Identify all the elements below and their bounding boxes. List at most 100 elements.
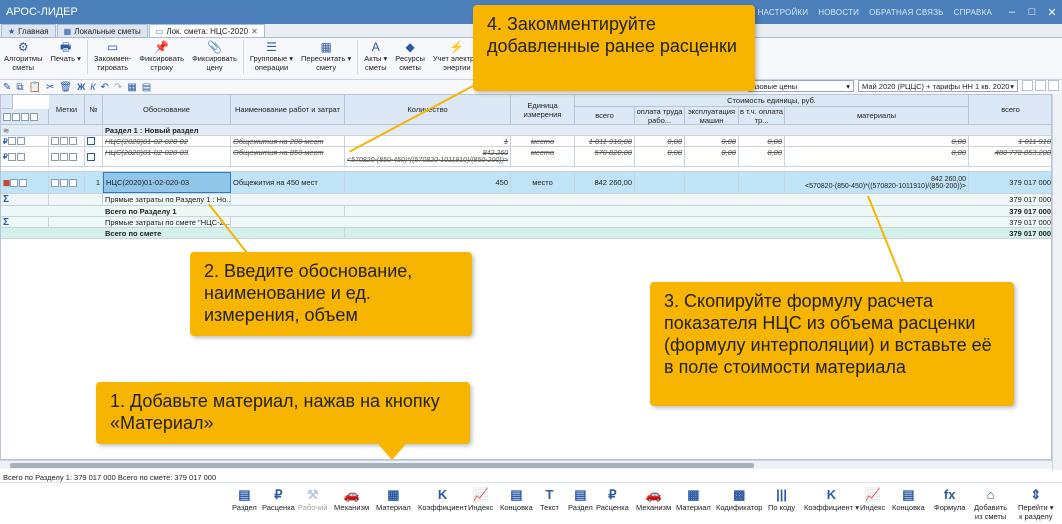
name-cell[interactable]: Общежития на 850 мест xyxy=(231,147,345,166)
paste-icon[interactable]: 📋 xyxy=(29,82,41,93)
section2-add-button[interactable]: ▤ Раздел xyxy=(568,486,593,512)
sum-cell[interactable]: 480 778 853,200 xyxy=(969,147,1051,166)
labor-cell[interactable]: 0,00 xyxy=(635,147,685,166)
machines-cell[interactable]: 0,00 xyxy=(685,147,739,166)
table-row[interactable]: ₽ НЦС(2020)01-02-020-02 Общежития на 200… xyxy=(1,136,1051,147)
car-add-button[interactable]: 🚗 Механизм xyxy=(334,486,369,512)
comment-button[interactable]: ▭ Закоммен- тировать xyxy=(90,40,135,72)
price-base-select[interactable]: азовые цены ▾ xyxy=(748,80,854,92)
brick2-add-button[interactable]: ▦ Материал xyxy=(676,486,711,512)
undo-icon[interactable]: ↶ xyxy=(101,82,109,93)
table-row[interactable]: ₽ НЦС(2020)01-02-020-03 Общежития на 850… xyxy=(1,147,1051,167)
total-cell[interactable]: 1 011 910,00 xyxy=(575,136,635,146)
labor-cell[interactable]: 0,00 xyxy=(635,136,685,146)
sum-cell[interactable]: 379 017 000 xyxy=(969,172,1051,193)
collapse-icon[interactable]: ▤ xyxy=(142,82,151,93)
table-row-selected[interactable]: ▦ 1 НЦС(2020)01-02-020-03 Общежития на 4… xyxy=(1,172,1051,194)
incl-cell[interactable] xyxy=(739,172,785,193)
option-button-3[interactable] xyxy=(1048,80,1059,91)
delete-icon[interactable]: 🗑 xyxy=(59,82,72,93)
ruble-add-button[interactable]: ₽ Расценка xyxy=(262,486,295,512)
brick-add-button[interactable]: ▦ Материал xyxy=(376,486,411,512)
unit-cell[interactable]: место xyxy=(511,147,575,166)
fx-add-button[interactable]: fx Формула xyxy=(934,486,965,512)
tab-estimate[interactable]: ▭ Лок. смета: НЦС-2020 ✕ xyxy=(148,24,265,37)
materials-cell[interactable]: 0,00 xyxy=(785,136,969,146)
qty-cell[interactable]: 450 xyxy=(345,172,511,193)
close-icon[interactable]: ✕ xyxy=(1042,6,1062,19)
copy-icon[interactable]: ⧉ xyxy=(16,82,23,93)
italic-icon[interactable]: К xyxy=(90,82,95,92)
total-cell[interactable]: 842 260,00 xyxy=(575,172,635,193)
machines-cell[interactable] xyxy=(685,172,739,193)
codifier-add-button[interactable]: ▩ Кодификатор xyxy=(716,486,762,512)
basis-cell[interactable]: НЦС(2020)01-02-020-03 xyxy=(103,147,231,166)
tab-home[interactable]: ★ Главная xyxy=(1,24,56,37)
chart-add-button[interactable]: 📈 Индекс xyxy=(468,486,493,512)
printer-button[interactable]: 🖶 Печать ▾ xyxy=(46,40,84,63)
incl-cell[interactable]: 0,00 xyxy=(739,147,785,166)
maximize-icon[interactable]: □ xyxy=(1022,6,1042,18)
ruble2-add-button[interactable]: ₽ Расценка xyxy=(596,486,629,512)
ribbon-separator xyxy=(86,40,88,74)
car2-add-button[interactable]: 🚗 Механизм xyxy=(636,486,671,512)
total-label: Прямые затраты по Разделу 1 : Но... xyxy=(105,194,231,205)
acts-button[interactable]: A Акты ▾ сметы xyxy=(360,40,391,72)
materials-cell[interactable]: 842 260,00 <570820-(850-450)*((570820-10… xyxy=(785,172,969,193)
ending-add-button[interactable]: ▤ Концовка xyxy=(500,486,533,512)
goto-add-button[interactable]: ⇕ Перейти ▾ к разделу xyxy=(1018,486,1054,521)
total-row[interactable]: Σ Прямые затраты по смете "НЦС-2... 379 … xyxy=(1,217,1051,228)
total-row[interactable]: Всего по смете 379 017 000 xyxy=(1,228,1051,239)
qty-cell[interactable]: 842 260 <570820-(850-450)*((570820-10119… xyxy=(345,147,511,166)
section-add-button[interactable]: ▤ Раздел xyxy=(232,486,257,512)
unit-cell[interactable]: место xyxy=(511,172,575,193)
recalc-button[interactable]: ▦ Пересчитать ▾ смету xyxy=(297,40,355,72)
total-cell[interactable]: 570 820,00 xyxy=(575,147,635,166)
scroll-thumb[interactable] xyxy=(10,463,754,468)
option-button-1[interactable] xyxy=(1022,80,1033,91)
materials-cell[interactable]: 0,00 xyxy=(785,147,969,166)
text-add-button[interactable]: T Текст xyxy=(540,486,559,512)
house-add-button[interactable]: ⌂ Добавить из сметы xyxy=(974,486,1007,521)
expand-controls[interactable] xyxy=(1,109,49,125)
bold-icon[interactable]: Ж xyxy=(77,82,85,92)
cut-icon[interactable]: ✂ xyxy=(46,82,54,93)
total-row[interactable]: Σ Прямые затраты по Разделу 1 : Но... 37… xyxy=(1,194,1051,206)
basis-cell[interactable]: НЦС(2020)01-02-020-02 xyxy=(103,136,231,146)
news-link[interactable]: НОВОСТИ xyxy=(818,8,859,17)
option-button-2[interactable] xyxy=(1035,80,1046,91)
expand-icon[interactable]: ▦ xyxy=(127,82,136,93)
settings-link[interactable]: НАСТРОЙКИ xyxy=(758,8,809,17)
pencil-icon[interactable]: ✎ xyxy=(3,82,11,93)
minimize-icon[interactable]: – xyxy=(1002,6,1022,18)
tariff-select[interactable]: Май 2020 (РЦЦС) + тарифы НН 1 кв. 2020 ▾ xyxy=(858,80,1018,92)
name-cell[interactable]: Общежития на 450 мест xyxy=(231,172,345,193)
redo-icon[interactable]: ↷ xyxy=(114,82,122,93)
basis-cell[interactable]: НЦС(2020)01-02-020-03 xyxy=(103,172,231,193)
chart2-add-button[interactable]: 📈 Индекс xyxy=(860,486,885,512)
machines-cell[interactable]: 0,00 xyxy=(685,136,739,146)
help-link[interactable]: СПРАВКА xyxy=(954,8,992,17)
tab-local-estimates[interactable]: ▦ Локальные сметы xyxy=(56,24,148,37)
unit-cell[interactable]: место xyxy=(511,136,575,146)
k-add-button[interactable]: K Коэффициент xyxy=(418,486,467,512)
vertical-scrollbar[interactable] xyxy=(1052,94,1062,470)
horizontal-scrollbar[interactable] xyxy=(0,460,1052,469)
pin-button[interactable]: 📌 Фиксировать строку xyxy=(135,40,188,72)
worker-add-button[interactable]: ⚒ Рабочий xyxy=(298,486,328,512)
list-button[interactable]: ☰ Групповые ▾ операции xyxy=(246,40,297,72)
labor-cell[interactable] xyxy=(635,172,685,193)
resources-button[interactable]: ◆ Ресурсы сметы xyxy=(391,40,429,72)
feedback-link[interactable]: ОБРАТНАЯ СВЯЗЬ xyxy=(869,8,944,17)
ending2-add-button[interactable]: ▤ Концовка xyxy=(892,486,925,512)
k2-add-button[interactable]: K Коэффициент ▾ xyxy=(804,486,859,512)
total-row[interactable]: Всего по Разделу 1 379 017 000 xyxy=(1,206,1051,217)
name-cell[interactable]: Общежития на 200 мест xyxy=(231,136,345,146)
sum-cell[interactable]: 1 011 910 xyxy=(969,136,1051,146)
clip-button[interactable]: 📎 Фиксировать цену xyxy=(188,40,241,72)
section-row[interactable]: ≋ Раздел 1 : Новый раздел xyxy=(1,125,1051,136)
incl-cell[interactable]: 0,00 xyxy=(739,136,785,146)
gear-button[interactable]: ⚙ Алгоритмы сметы xyxy=(0,40,46,72)
barcode-add-button[interactable]: ||| По коду xyxy=(768,486,795,512)
close-tab-icon[interactable]: ✕ xyxy=(251,27,258,36)
